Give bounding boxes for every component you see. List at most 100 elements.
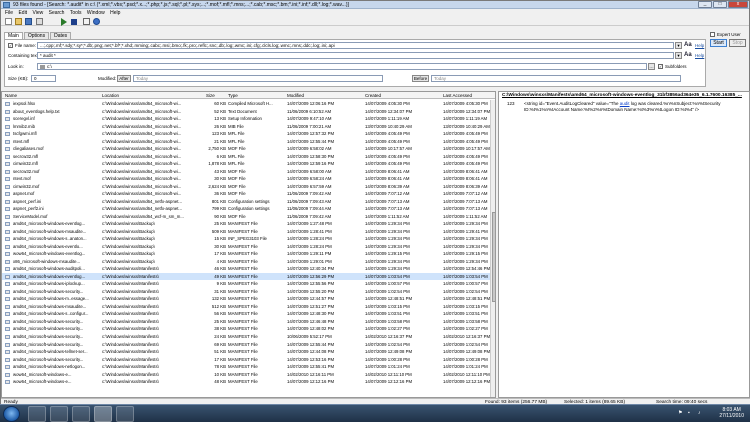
table-row[interactable]: amd64_microsoft-windows-msaudite... c:\Wi… — [2, 303, 490, 311]
menu-view[interactable]: View — [32, 10, 43, 17]
table-row[interactable]: secrcw32.mfl c:\Windows\winsxs\amd64_micr… — [2, 153, 490, 161]
look-in-input[interactable]: c:\ — [37, 63, 647, 70]
table-row[interactable]: amd64_microsoft-windows-s..anaton... c:\W… — [2, 235, 490, 243]
col-last-accessed[interactable]: Last Accessed — [443, 92, 472, 99]
containing-text-help-link[interactable]: Help — [695, 53, 704, 58]
size-input[interactable]: 0 — [31, 75, 56, 82]
table-row[interactable]: cimwin32.mfl c:\Windows\winsxs\amd64_micr… — [2, 160, 490, 168]
table-row[interactable]: aspnet_perf.ini c:\Windows\winsxs\amd64_n… — [2, 198, 490, 206]
stop-icon[interactable] — [71, 19, 77, 25]
menu-window[interactable]: Window — [87, 10, 105, 17]
table-row[interactable]: amd64_microsoft-windows-tellnet-ser... c:… — [2, 348, 490, 356]
table-row[interactable]: amd64_microsoft-windows-eventlo... c:\Win… — [2, 243, 490, 251]
after-date-input[interactable]: Today — [133, 75, 383, 82]
table-row[interactable]: amd64_microsoft-windows-security... c:\Wi… — [2, 318, 490, 326]
scrollbar-thumb[interactable] — [492, 212, 495, 302]
subfolders-checkbox[interactable]: ✓ — [658, 64, 663, 69]
col-created[interactable]: Created — [365, 92, 381, 99]
maximize-button[interactable]: □ — [713, 1, 727, 8]
expert-user-checkbox[interactable] — [710, 32, 715, 37]
match-case-icon-2[interactable]: Aa — [684, 52, 692, 58]
file-name-checkbox[interactable]: ✓ — [8, 43, 13, 48]
new-icon[interactable] — [5, 18, 12, 25]
open-icon[interactable] — [15, 18, 22, 25]
stop-button[interactable]: Stop — [729, 39, 746, 47]
col-location[interactable]: Location — [102, 92, 119, 99]
table-row[interactable]: ServiceModel.mof c:\Windows\winsxs\amd64_… — [2, 213, 490, 221]
col-name[interactable]: Name — [5, 92, 17, 99]
table-row[interactable]: amd64_microsoft-windows-iplockup... c:\Wi… — [2, 280, 490, 288]
tray-volume-icon[interactable]: ♪ — [698, 410, 704, 416]
table-row[interactable]: amd64_microsoft-windows-msaudite... c:\Wi… — [2, 228, 490, 236]
help-icon[interactable] — [93, 18, 100, 25]
table-row[interactable]: ntevt.mof c:\Windows\winsxs\amd64_microso… — [2, 175, 490, 183]
menu-file[interactable]: File — [5, 10, 13, 17]
tab-dates[interactable]: Dates — [50, 32, 72, 39]
close-button[interactable]: x — [728, 1, 748, 8]
containing-text-dropdown[interactable]: ▾ — [675, 52, 682, 59]
table-row[interactable]: x86_microsoft-windows-msaudite... c:\Wind… — [2, 258, 490, 266]
taskbar-app-icon[interactable] — [116, 406, 134, 422]
menu-edit[interactable]: Edit — [18, 10, 27, 17]
table-row[interactable]: amd64_microsoft-windows-eventlog... c:\Wi… — [2, 220, 490, 228]
start-button[interactable]: Start — [710, 39, 727, 47]
table-row[interactable]: wow64_microsoft-windows-e... c:\Windows\w… — [2, 371, 490, 379]
tab-options[interactable]: Options — [23, 32, 50, 39]
print-icon[interactable] — [36, 18, 43, 25]
start-icon[interactable] — [61, 18, 67, 26]
table-row[interactable]: amd64_microsoft-windows-netlogon... c:\Wi… — [2, 363, 490, 371]
results-scrollbar[interactable] — [490, 100, 495, 397]
table-row[interactable]: ntevt.mfl c:\Windows\winsxs\amd64_microso… — [2, 138, 490, 146]
file-name-input[interactable]: ...;.cpp;.mf;*.sdy;*.sy*;*.db;.png;.net;… — [37, 42, 674, 49]
file-name-dropdown[interactable]: ▾ — [675, 42, 682, 49]
menu-help[interactable]: Help — [110, 10, 120, 17]
table-row[interactable]: amd64_microsoft-windows-security... c:\Wi… — [2, 356, 490, 364]
search-app-taskbar-icon[interactable] — [94, 406, 112, 422]
tray-flag-icon[interactable]: ⚑ — [678, 410, 684, 416]
table-row[interactable]: amd64_microsoft-windows-security... c:\Wi… — [2, 288, 490, 296]
table-row[interactable]: sceregvl.inf c:\Windows\winsxs\amd64_micr… — [2, 115, 490, 123]
table-row[interactable]: wow64_microsoft-windows-e... c:\Windows\w… — [2, 378, 490, 386]
file-name-help-link[interactable]: Help — [695, 43, 704, 48]
col-size[interactable]: Size — [206, 92, 215, 99]
table-row[interactable]: amd64_microsoft-windows-eventlog... c:\Wi… — [2, 272, 490, 281]
ie-icon[interactable] — [28, 406, 46, 422]
table-row[interactable]: about_eventlogs.help.txt c:\Windows\winsx… — [2, 108, 490, 116]
browse-folder-button[interactable]: … — [648, 63, 655, 70]
menu-search[interactable]: Search — [49, 10, 65, 17]
table-row[interactable]: lmmib2.mib c:\Windows\winsxs\amd64_micros… — [2, 123, 490, 131]
results-icon[interactable] — [83, 18, 90, 25]
table-row[interactable]: amd64_microsoft-windows-security... c:\Wi… — [2, 333, 490, 341]
tray-network-icon[interactable]: ▪ — [688, 410, 694, 416]
file-name-label: File name: — [15, 43, 37, 48]
col-type[interactable]: Type — [228, 92, 238, 99]
tab-main[interactable]: Main — [4, 32, 23, 39]
cell-modified: 14/07/2009 12:12:16 PM — [287, 379, 335, 385]
taskbar-clock[interactable]: 8:03 AM 27/11/2010 — [719, 407, 744, 419]
save-icon[interactable] — [25, 18, 32, 25]
explorer-icon[interactable] — [50, 406, 68, 422]
table-row[interactable]: cliegaliases.mof c:\Windows\winsxs\amd64_… — [2, 145, 490, 153]
table-row[interactable]: amd64_microsoft-windows-security... c:\Wi… — [2, 325, 490, 333]
before-date-input[interactable]: Today — [431, 75, 681, 82]
containing-text-input[interactable]: * audit * — [37, 52, 674, 59]
table-row[interactable]: iexpsol.hlsx c:\Windows\winsxs\amd64_micr… — [2, 100, 490, 108]
before-button[interactable]: Before — [412, 75, 429, 82]
table-row[interactable]: tscfgwmi.mfl c:\Windows\winsxs\amd64_micr… — [2, 130, 490, 138]
table-row[interactable]: cimwin32.mof c:\Windows\winsxs\amd64_micr… — [2, 183, 490, 191]
media-player-icon[interactable] — [72, 406, 90, 422]
table-row[interactable]: aspnet_perf2.ini c:\Windows\winsxs\amd64_… — [2, 205, 490, 213]
windows-start-icon[interactable] — [3, 406, 20, 422]
table-row[interactable]: secrcw32.mof c:\Windows\winsxs\amd64_micr… — [2, 168, 490, 176]
minimize-button[interactable]: _ — [698, 1, 712, 8]
table-row[interactable]: wow64_microsoft-windows-eventlog... c:\Wi… — [2, 250, 490, 258]
table-row[interactable]: amd64_microsoft-windows-s..configur... c:… — [2, 310, 490, 318]
menu-tools[interactable]: Tools — [70, 10, 82, 17]
col-modified[interactable]: Modified — [287, 92, 304, 99]
after-button[interactable]: After — [117, 75, 131, 82]
table-row[interactable]: amd64_microsoft-windows-auditpoli... c:\W… — [2, 265, 490, 273]
table-row[interactable]: amd64_microsoft-windows-m..essage... c:\W… — [2, 295, 490, 303]
match-case-icon[interactable]: Aa — [684, 42, 692, 48]
table-row[interactable]: amd64_microsoft-windows-security... c:\Wi… — [2, 341, 490, 349]
table-row[interactable]: aspnet.mof c:\Windows\winsxs\amd64_micros… — [2, 190, 490, 198]
